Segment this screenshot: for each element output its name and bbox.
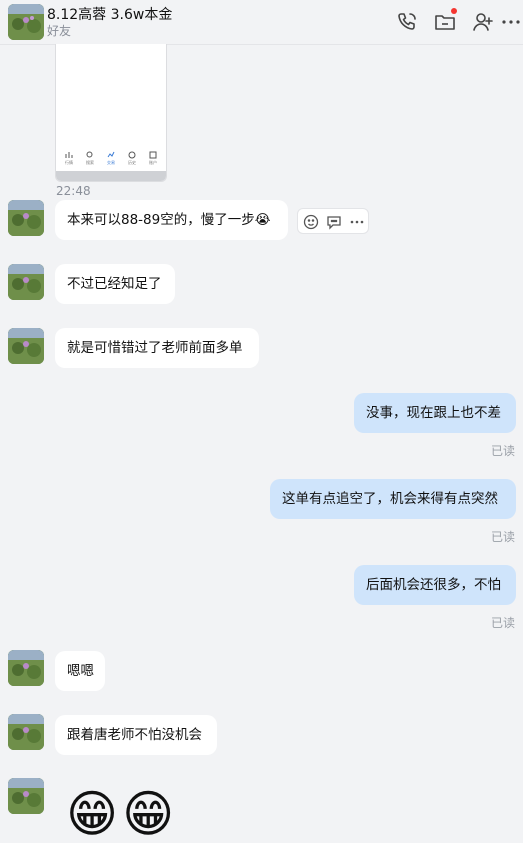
message-bubble[interactable]: 就是可惜错过了老师前面多单 <box>55 328 259 368</box>
screenshot-system-bar <box>56 171 166 181</box>
read-status: 已读 <box>491 530 516 544</box>
message-text: 就是可惜错过了老师前面多单 <box>67 340 243 356</box>
message-action-toolbar <box>297 208 369 234</box>
nav-label: 账户 <box>149 160 157 165</box>
sender-avatar[interactable] <box>8 714 44 750</box>
chat-header: 8.12高蓉 3.6w本金 好友 <box>0 0 523 45</box>
message-timestamp: 22:48 <box>56 184 91 198</box>
more-icon[interactable] <box>499 10 523 34</box>
sender-avatar[interactable] <box>8 200 44 236</box>
message-bubble[interactable]: 跟着唐老师不怕没机会 <box>55 715 217 755</box>
screenshot-nav-bar: 行情 搜索 交易 历史 账户 <box>56 151 166 171</box>
sender-avatar[interactable] <box>8 264 44 300</box>
message-bubble[interactable]: 本来可以88-89空的，慢了一步😭 <box>55 200 288 240</box>
image-message-screenshot[interactable]: 行情 搜索 交易 历史 账户 <box>55 44 167 182</box>
message-text: 这单有点追空了，机会来得有点突然 <box>282 491 498 507</box>
message-text: 后面机会还很多，不怕 <box>366 577 501 593</box>
message-bubble-outgoing[interactable]: 没事，现在跟上也不差 <box>354 393 516 433</box>
message-bubble-outgoing[interactable]: 这单有点追空了，机会来得有点突然 <box>270 479 516 519</box>
phone-call-icon[interactable] <box>395 10 419 34</box>
message-text: 不过已经知足了 <box>67 276 162 292</box>
add-friend-icon[interactable] <box>471 10 495 34</box>
grinning-emoji: 😁 <box>122 785 175 843</box>
grinning-emoji: 😁 <box>66 785 119 843</box>
chat-subtitle: 好友 <box>47 24 72 38</box>
message-bubble-outgoing[interactable]: 后面机会还很多，不怕 <box>354 565 516 605</box>
emoji-message[interactable]: 😁😁 <box>66 786 174 842</box>
nav-label: 搜索 <box>86 160 94 165</box>
more-icon[interactable] <box>347 212 367 232</box>
message-bubble[interactable]: 嗯嗯 <box>55 651 105 691</box>
nav-label: 历史 <box>128 160 136 165</box>
read-status: 已读 <box>491 444 516 458</box>
sender-avatar[interactable] <box>8 650 44 686</box>
message-text: 嗯嗯 <box>67 663 94 679</box>
contact-avatar[interactable] <box>8 4 44 40</box>
nav-label: 行情 <box>65 160 73 165</box>
crying-laughing-emoji: 😭 <box>254 212 271 228</box>
read-status: 已读 <box>491 616 516 630</box>
message-text: 没事，现在跟上也不差 <box>366 405 501 421</box>
notification-dot <box>451 8 457 14</box>
chat-title: 8.12高蓉 3.6w本金 <box>47 7 173 23</box>
nav-label: 交易 <box>107 160 115 165</box>
sender-avatar[interactable] <box>8 778 44 814</box>
message-text: 跟着唐老师不怕没机会 <box>67 727 202 743</box>
message-text: 本来可以88-89空的，慢了一步 <box>67 212 255 228</box>
message-bubble[interactable]: 不过已经知足了 <box>55 264 175 304</box>
emoji-reaction-icon[interactable] <box>301 212 321 232</box>
sender-avatar[interactable] <box>8 328 44 364</box>
reply-icon[interactable] <box>324 212 344 232</box>
